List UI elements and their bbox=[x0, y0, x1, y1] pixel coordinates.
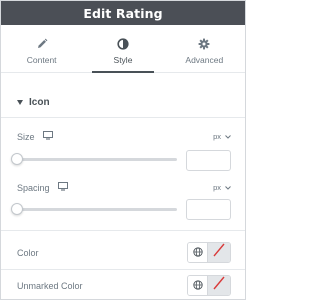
controls-divider bbox=[1, 230, 245, 231]
section-icon-header[interactable]: Icon bbox=[17, 97, 50, 108]
unmarked-color-picker-group bbox=[187, 275, 231, 296]
size-input[interactable] bbox=[186, 150, 231, 171]
chevron-down-icon bbox=[225, 183, 231, 192]
section-divider bbox=[1, 117, 245, 118]
spacing-slider-track[interactable] bbox=[17, 208, 177, 211]
tab-style-label: Style bbox=[113, 55, 133, 65]
spacing-slider-handle[interactable] bbox=[11, 203, 23, 215]
spacing-label: Spacing bbox=[17, 182, 50, 193]
global-colors-button[interactable] bbox=[188, 243, 208, 262]
spacing-unit-label: px bbox=[213, 183, 221, 192]
global-colors-button[interactable] bbox=[188, 276, 208, 295]
spacing-unit-select[interactable]: px bbox=[213, 183, 231, 192]
caret-down-icon bbox=[17, 100, 23, 105]
chevron-down-icon bbox=[225, 132, 231, 141]
tab-content-label: Content bbox=[26, 55, 57, 65]
no-color-slash-icon bbox=[211, 243, 227, 262]
color-picker-group bbox=[187, 242, 231, 263]
unmarked-color-swatch-button[interactable] bbox=[208, 276, 230, 295]
size-slider-handle[interactable] bbox=[11, 153, 23, 165]
gear-icon bbox=[198, 38, 210, 50]
size-label-row: Size bbox=[17, 131, 53, 142]
half-circle-icon bbox=[117, 38, 129, 50]
desktop-icon[interactable] bbox=[42, 131, 53, 142]
size-unit-select[interactable]: px bbox=[213, 132, 231, 141]
size-unit-label: px bbox=[213, 132, 221, 141]
size-slider-track[interactable] bbox=[17, 158, 177, 161]
globe-icon bbox=[192, 244, 203, 262]
section-title: Icon bbox=[29, 97, 50, 108]
tab-advanced[interactable]: Advanced bbox=[164, 25, 245, 72]
panel-header: Edit Rating bbox=[1, 1, 245, 25]
desktop-icon[interactable] bbox=[57, 182, 68, 193]
unmarked-color-label: Unmarked Color bbox=[17, 281, 83, 291]
globe-icon bbox=[192, 277, 203, 295]
tab-advanced-label: Advanced bbox=[185, 55, 224, 65]
color-divider bbox=[1, 269, 245, 270]
size-label: Size bbox=[17, 131, 35, 142]
spacing-label-row: Spacing bbox=[17, 182, 68, 193]
spacing-input[interactable] bbox=[186, 199, 231, 220]
color-label: Color bbox=[17, 248, 39, 258]
pencil-icon bbox=[36, 38, 48, 50]
no-color-slash-icon bbox=[211, 276, 227, 295]
tab-style[interactable]: Style bbox=[82, 25, 163, 73]
color-swatch-button[interactable] bbox=[208, 243, 230, 262]
panel-title: Edit Rating bbox=[83, 5, 163, 21]
tab-content[interactable]: Content bbox=[1, 25, 82, 72]
tab-bar: Content Style Advanced bbox=[1, 25, 245, 73]
